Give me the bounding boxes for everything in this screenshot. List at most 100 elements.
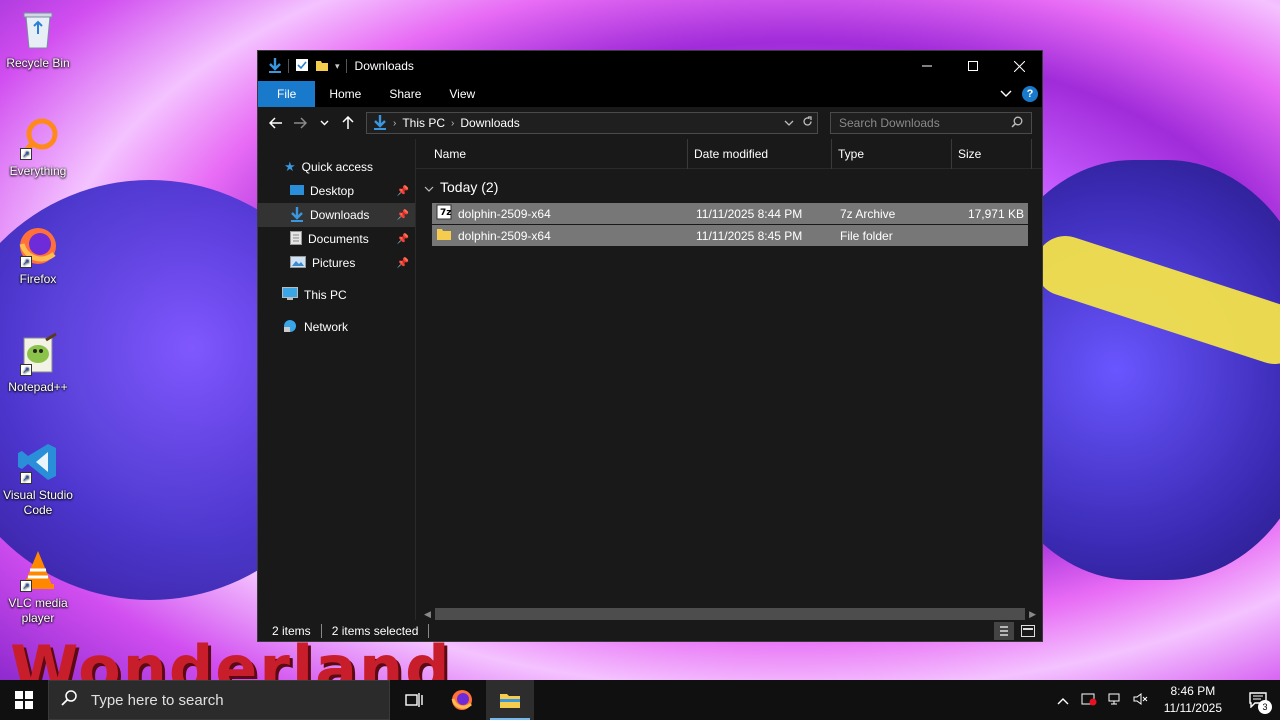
shortcut-arrow-icon: ↗ [20, 256, 32, 268]
file-explorer-icon [500, 694, 520, 708]
vlc-icon: ↗ [16, 548, 60, 592]
nav-item-label: Desktop [310, 184, 355, 198]
taskbar-file-explorer[interactable] [486, 680, 534, 720]
pin-icon[interactable]: 📌 [397, 186, 409, 197]
network-icon [282, 319, 298, 336]
refresh-icon[interactable] [802, 116, 813, 130]
search-box[interactable]: Search Downloads [830, 112, 1032, 134]
desktop-icon-vlc[interactable]: ↗ VLC media player [0, 548, 76, 626]
desktop-icon-label: Everything [9, 164, 67, 178]
group-header-today[interactable]: Today (2) [416, 177, 1042, 197]
file-name: dolphin-2509-x64 [458, 228, 551, 243]
navigation-bar: › This PC › Downloads Search Downloads [258, 107, 1042, 139]
properties-icon[interactable] [295, 58, 309, 75]
recent-locations-button[interactable] [312, 111, 336, 135]
nav-this-pc[interactable]: This PC [258, 283, 415, 307]
svg-text:7z: 7z [440, 208, 452, 218]
nav-item-label: Downloads [310, 208, 370, 222]
nav-item-desktop[interactable]: Desktop 📌 [258, 179, 415, 203]
volume-muted-icon[interactable] [1132, 692, 1150, 709]
pin-icon[interactable]: 📌 [397, 258, 409, 269]
computer-icon [282, 286, 298, 304]
desktop-icon-notepadpp[interactable]: ↗ Notepad++ [0, 332, 76, 395]
tab-home[interactable]: Home [315, 81, 375, 107]
clock-time: 8:46 PM [1170, 684, 1216, 698]
nav-quick-access[interactable]: ★ Quick access [258, 155, 415, 179]
nav-item-downloads[interactable]: Downloads 📌 [258, 203, 415, 227]
taskbar-firefox[interactable] [438, 680, 486, 720]
tab-view[interactable]: View [435, 81, 489, 107]
new-folder-icon[interactable] [315, 58, 329, 75]
help-icon[interactable]: ? [1022, 86, 1038, 102]
address-bar[interactable]: › This PC › Downloads [366, 112, 818, 134]
forward-button[interactable] [288, 111, 312, 135]
taskbar-search-box[interactable]: Type here to search [48, 680, 390, 720]
breadcrumb-chevron-icon: › [393, 117, 397, 129]
system-tray: 8:46 PM 11/11/2025 3 [1054, 680, 1280, 720]
expand-ribbon-icon[interactable] [1000, 87, 1012, 101]
nav-item-label: Quick access [301, 160, 374, 174]
nav-item-documents[interactable]: Documents 📌 [258, 227, 415, 251]
recycle-bin-icon [16, 8, 60, 52]
task-view-button[interactable] [390, 680, 438, 720]
minimize-button[interactable] [904, 51, 950, 81]
file-date: 11/11/2025 8:45 PM [696, 228, 803, 243]
address-dropdown-icon[interactable] [784, 117, 794, 129]
tab-share[interactable]: Share [375, 81, 435, 107]
scroll-left-icon[interactable]: ◀ [424, 609, 431, 620]
clock-date: 11/11/2025 [1163, 701, 1222, 715]
nav-item-label: This PC [304, 288, 347, 302]
column-header-row: Name Date modified Type Size [416, 138, 1042, 169]
horizontal-scrollbar[interactable]: ◀ ▶ [424, 607, 1036, 621]
start-button[interactable] [0, 680, 48, 720]
file-row[interactable]: 7z dolphin-2509-x64 11/11/2025 8:44 PM 7… [432, 203, 1028, 224]
column-name[interactable]: Name [416, 138, 688, 169]
desktop-icon-recycle-bin[interactable]: Recycle Bin [0, 8, 76, 71]
column-date-modified[interactable]: Date modified [688, 138, 832, 169]
shortcut-arrow-icon: ↗ [20, 580, 32, 592]
details-view-button[interactable] [994, 621, 1014, 640]
desktop-icon-everything[interactable]: ↗ Everything [0, 116, 76, 179]
search-placeholder: Search Downloads [839, 116, 940, 130]
documents-icon [290, 230, 302, 248]
breadcrumb-downloads[interactable]: Downloads [460, 116, 519, 130]
action-center-button[interactable]: 3 [1236, 680, 1280, 720]
column-size[interactable]: Size [952, 138, 1032, 169]
downloads-arrow-icon [268, 57, 282, 76]
customize-toolbar-icon[interactable]: ▾ [335, 61, 340, 72]
everything-search-icon: ↗ [16, 116, 60, 160]
file-explorer-window: ▾ Downloads File Home Share View ? › Thi… [257, 50, 1043, 642]
large-icons-view-button[interactable] [1018, 622, 1038, 640]
tab-file[interactable]: File [258, 81, 316, 107]
status-bar: 2 items 2 items selected [258, 620, 1042, 641]
column-type[interactable]: Type [832, 138, 952, 169]
pin-icon[interactable]: 📌 [397, 210, 409, 221]
defender-warning-icon[interactable] [1080, 692, 1098, 709]
folder-icon [436, 227, 452, 244]
file-row[interactable]: dolphin-2509-x64 11/11/2025 8:45 PM File… [432, 225, 1028, 246]
nav-item-pictures[interactable]: Pictures 📌 [258, 251, 415, 275]
show-hidden-icons-icon[interactable] [1054, 693, 1072, 708]
scroll-right-icon[interactable]: ▶ [1029, 609, 1036, 620]
desktop-icon-firefox[interactable]: ↗ Firefox [0, 224, 76, 287]
navigation-pane: ★ Quick access Desktop 📌 Downloads 📌 Doc… [258, 139, 416, 622]
desktop-icon-label: Recycle Bin [6, 56, 70, 70]
close-button[interactable] [996, 51, 1042, 81]
archive-icon: 7z [436, 204, 452, 223]
collapse-chevron-icon [424, 179, 434, 195]
pin-icon[interactable]: 📌 [397, 234, 409, 245]
file-size: 17,971 KB [967, 206, 1024, 221]
desktop-folder-icon [290, 184, 304, 199]
nav-network[interactable]: Network [258, 315, 415, 339]
clock[interactable]: 8:46 PM 11/11/2025 [1158, 683, 1228, 717]
scrollbar-thumb[interactable] [434, 608, 1026, 620]
up-button[interactable] [336, 111, 360, 135]
desktop-icon-label: Firefox [19, 272, 57, 286]
breadcrumb-this-pc[interactable]: This PC [402, 116, 445, 130]
back-button[interactable] [264, 111, 288, 135]
title-bar[interactable]: ▾ Downloads [258, 51, 1042, 81]
nav-item-label: Pictures [312, 256, 356, 270]
maximize-button[interactable] [950, 51, 996, 81]
network-status-icon[interactable] [1106, 692, 1124, 709]
desktop-icon-vscode[interactable]: ↗ Visual Studio Code [0, 440, 76, 518]
